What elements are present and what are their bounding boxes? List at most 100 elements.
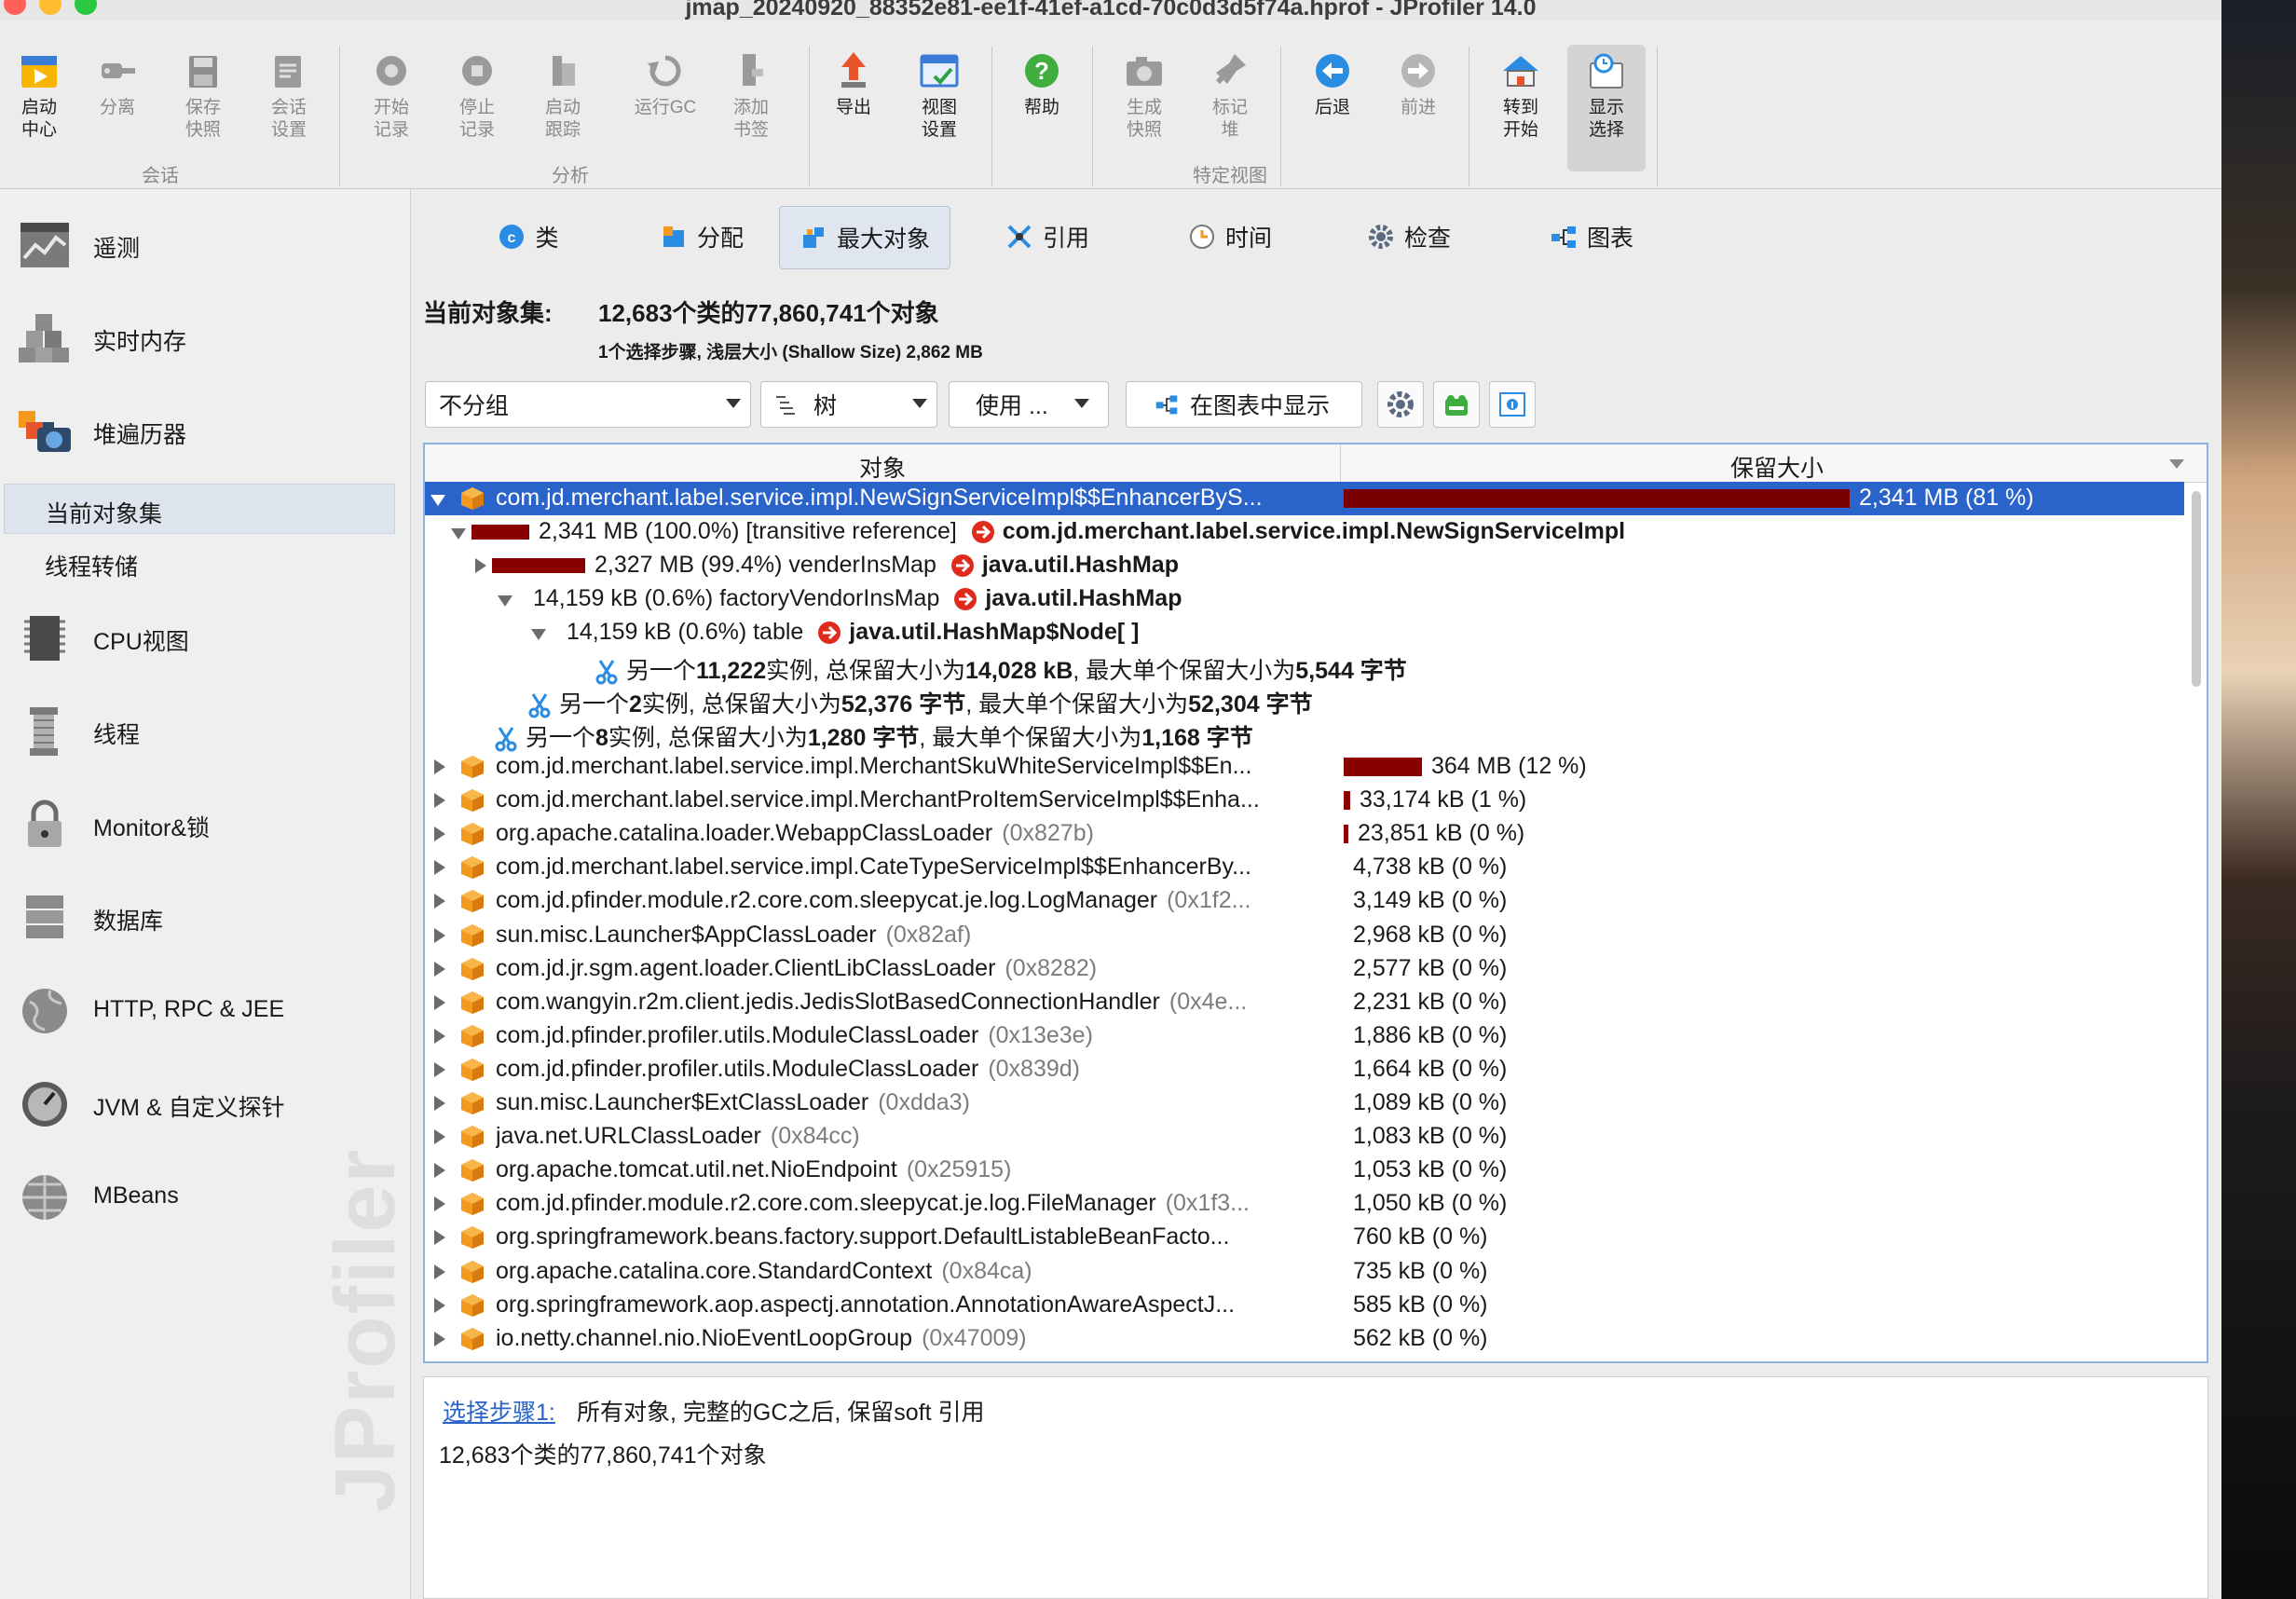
- expand-toggle[interactable]: [434, 1028, 445, 1044]
- tab-biggest-objects[interactable]: 最大对象: [779, 206, 950, 269]
- show-in-graph-button[interactable]: 在图表中显示: [1126, 381, 1362, 428]
- more-instances-row[interactable]: 另一个11,222实例, 总保留大小为14,028 kB, 最大单个保留大小为5…: [425, 649, 2184, 685]
- detach-button[interactable]: 分离: [78, 45, 157, 171]
- column-header-object[interactable]: 对象: [425, 450, 1340, 484]
- table-row[interactable]: org.springframework.aop.aspectj.annotati…: [425, 1289, 2184, 1322]
- expand-toggle[interactable]: [451, 528, 466, 540]
- sidebar-item-http-rpc-jee[interactable]: HTTP, RPC & JEE: [13, 974, 404, 1045]
- column-divider: [1340, 444, 1341, 482]
- table-row[interactable]: com.jd.merchant.label.service.impl.Merch…: [425, 750, 2184, 784]
- expand-toggle[interactable]: [434, 894, 445, 909]
- table-row[interactable]: com.jd.pfinder.profiler.utils.ModuleClas…: [425, 1053, 2184, 1086]
- expand-toggle[interactable]: [434, 1230, 445, 1246]
- table-row[interactable]: com.wangyin.r2m.client.jedis.JedisSlotBa…: [425, 986, 2184, 1019]
- launcher-button[interactable]: 启动 中心: [0, 45, 78, 171]
- table-row[interactable]: com.jd.pfinder.module.r2.core.com.sleepy…: [425, 884, 2184, 918]
- selection-step-link[interactable]: 选择步骤1:: [443, 1394, 555, 1428]
- table-row[interactable]: com.jd.merchant.label.service.impl.NewSi…: [425, 482, 2184, 515]
- table-row[interactable]: sun.misc.Launcher$ExtClassLoader (0xdda3)…: [425, 1086, 2184, 1120]
- tab-classes[interactable]: c 类: [468, 206, 589, 267]
- mark-heap-button[interactable]: 标记 堆: [1191, 45, 1269, 171]
- session-settings-button[interactable]: 会话 设置: [250, 45, 328, 171]
- object-name: com.jd.merchant.label.service.impl.Merch…: [496, 786, 1260, 813]
- tab-graph[interactable]: 图表: [1526, 206, 1657, 267]
- more-instances-row[interactable]: 另一个2实例, 总保留大小为52,376 字节, 最大单个保留大小为52,304…: [425, 683, 2184, 718]
- vertical-scrollbar[interactable]: [2192, 491, 2201, 687]
- view-mode-select[interactable]: 树: [760, 381, 937, 428]
- sidebar-item-jvm-custom-probes[interactable]: JVM & 自定义探针: [13, 1067, 404, 1138]
- sidebar-item-telemetry[interactable]: 遥测: [13, 208, 404, 279]
- table-row[interactable]: java.net.URLClassLoader (0x84cc) 1,083 kB …: [425, 1120, 2184, 1154]
- expand-toggle[interactable]: [475, 558, 486, 573]
- table-row[interactable]: io.netty.channel.nio.NioEventLoopGroup (0…: [425, 1322, 2184, 1356]
- use-dropdown-button[interactable]: 使用 ...: [949, 381, 1109, 428]
- forward-button[interactable]: 前进: [1379, 45, 1457, 171]
- view-settings-button[interactable]: 视图 设置: [900, 45, 978, 171]
- expand-toggle[interactable]: [434, 1196, 445, 1212]
- table-row[interactable]: com.jd.jr.sgm.agent.loader.ClientLibClas…: [425, 952, 2184, 986]
- tree-child-row[interactable]: 2,327 MB (99.4%) venderInsMap java.util.…: [425, 549, 2184, 582]
- expand-toggle[interactable]: [434, 927, 445, 943]
- stop-recording-button[interactable]: 停止 记录: [438, 45, 516, 171]
- table-row[interactable]: org.springframework.beans.factory.suppor…: [425, 1221, 2184, 1254]
- sidebar-item-live-memory[interactable]: 实时内存: [13, 301, 404, 372]
- expand-toggle[interactable]: [430, 495, 445, 506]
- tree-child-row[interactable]: 14,159 kB (0.6%) factoryVendorInsMap jav…: [425, 582, 2184, 616]
- more-instances-row[interactable]: 另一个8实例, 总保留大小为1,280 字节, 最大单个保留大小为1,168 字…: [425, 717, 2184, 752]
- start-tracking-button[interactable]: 启动 跟踪: [524, 45, 602, 171]
- settings-button[interactable]: [1377, 381, 1424, 428]
- sidebar-subitem-thread-dump[interactable]: 线程转储: [4, 538, 393, 586]
- expand-toggle[interactable]: [434, 1096, 445, 1111]
- take-snapshot-button[interactable]: 生成 快照: [1105, 45, 1183, 171]
- expand-toggle[interactable]: [531, 629, 546, 640]
- sidebar-item-monitors-locks[interactable]: Monitor&锁: [13, 787, 404, 858]
- expand-toggle[interactable]: [434, 994, 445, 1010]
- expand-toggle[interactable]: [434, 827, 445, 842]
- go-to-start-button[interactable]: 转到 开始: [1482, 45, 1560, 171]
- info-panel-button[interactable]: [1489, 381, 1536, 428]
- biggest-objects-tree[interactable]: 对象 保留大小 2,341 MB (100.0%) [transitive re…: [423, 443, 2208, 1363]
- expand-toggle[interactable]: [434, 1129, 445, 1145]
- tab-inspections[interactable]: 检查: [1344, 206, 1474, 267]
- grouping-select[interactable]: 不分组: [425, 381, 751, 428]
- table-row[interactable]: org.apache.catalina.loader.WebappClassLo…: [425, 817, 2184, 851]
- expand-toggle[interactable]: [434, 1163, 445, 1179]
- help-button[interactable]: ? 帮助: [1003, 45, 1081, 171]
- run-gc-button[interactable]: 运行GC: [626, 45, 704, 171]
- sidebar-item-heap-walker[interactable]: 堆遍历器: [13, 394, 404, 465]
- sidebar-item-cpu-views[interactable]: CPU视图: [13, 601, 404, 672]
- back-button[interactable]: 后退: [1293, 45, 1372, 171]
- retained-size-bar: [492, 558, 585, 574]
- expand-toggle[interactable]: [434, 759, 445, 774]
- expand-toggle[interactable]: [434, 860, 445, 876]
- expand-toggle[interactable]: [434, 1061, 445, 1077]
- table-row[interactable]: com.jd.pfinder.module.r2.core.com.sleepy…: [425, 1187, 2184, 1221]
- tree-child-row[interactable]: 14,159 kB (0.6%) table java.util.HashMap…: [425, 616, 2184, 649]
- save-snapshot-button[interactable]: 保存 快照: [164, 45, 242, 171]
- table-row[interactable]: com.jd.merchant.label.service.impl.CateT…: [425, 851, 2184, 884]
- gc-roots-button[interactable]: [1433, 381, 1480, 428]
- tab-time[interactable]: 时间: [1165, 206, 1295, 267]
- sidebar-item-threads[interactable]: 线程: [13, 694, 404, 765]
- tab-allocations[interactable]: 分配: [632, 206, 772, 267]
- table-row[interactable]: com.jd.merchant.label.service.impl.Merch…: [425, 784, 2184, 817]
- export-button[interactable]: 导出: [814, 45, 893, 171]
- tree-child-row[interactable]: 2,341 MB (100.0%) [transitive reference]…: [425, 515, 2184, 549]
- sidebar-subitem-current-object-set[interactable]: 当前对象集: [4, 484, 395, 534]
- table-row[interactable]: org.apache.tomcat.util.net.NioEndpoint (0…: [425, 1154, 2184, 1187]
- table-row[interactable]: org.apache.catalina.core.StandardContext…: [425, 1255, 2184, 1289]
- expand-toggle[interactable]: [434, 1331, 445, 1346]
- start-recording-button[interactable]: 开始 记录: [352, 45, 430, 171]
- expand-toggle[interactable]: [434, 1264, 445, 1279]
- expand-toggle[interactable]: [434, 1297, 445, 1313]
- expand-toggle[interactable]: [498, 595, 512, 607]
- add-bookmark-button[interactable]: 添加 书签: [712, 45, 790, 171]
- sidebar-item-databases[interactable]: 数据库: [13, 881, 404, 951]
- tab-references[interactable]: 引用: [982, 206, 1113, 267]
- show-selection-button[interactable]: 显示 选择: [1567, 45, 1646, 171]
- table-row[interactable]: sun.misc.Launcher$AppClassLoader (0x82af)…: [425, 919, 2184, 952]
- column-header-retained-size[interactable]: 保留大小: [1344, 450, 2207, 484]
- expand-toggle[interactable]: [434, 793, 445, 809]
- table-row[interactable]: com.jd.pfinder.profiler.utils.ModuleClas…: [425, 1019, 2184, 1053]
- expand-toggle[interactable]: [434, 961, 445, 977]
